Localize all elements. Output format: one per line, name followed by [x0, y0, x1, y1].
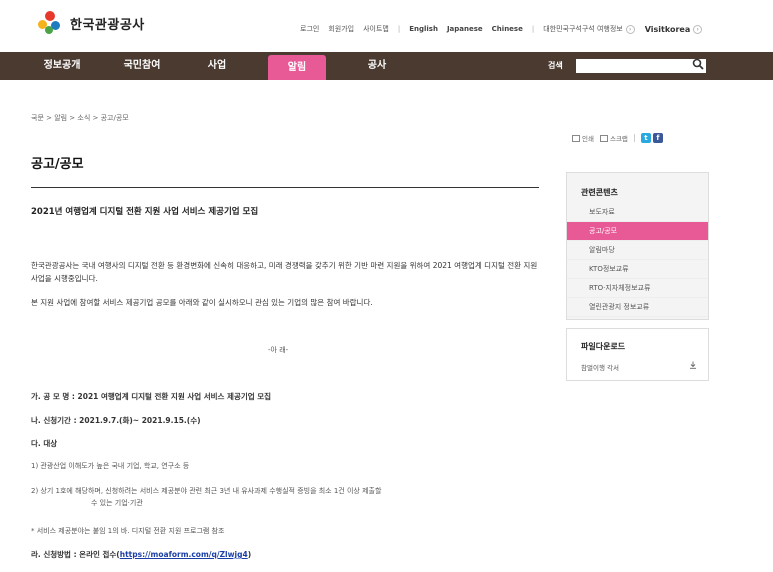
sidebar-item-kto[interactable]: KTO정보교류 — [567, 260, 708, 279]
sidebar-item-press[interactable]: 보도자료 — [567, 203, 708, 222]
line-ra-suffix: ) — [247, 550, 252, 559]
related-content-box: 관련콘텐츠 보도자료 공고/공모 알림마당 KTO정보교류 RTO·지자체정보교… — [566, 172, 709, 320]
apply-link[interactable]: https://moaform.com/q/Zlwjg4 — [120, 550, 248, 559]
visitkorea-link[interactable]: Visitkorea — [645, 25, 691, 34]
gnb-item-notice[interactable]: 알림 — [268, 55, 326, 80]
related-content-head: 관련콘텐츠 — [581, 188, 618, 197]
file-item[interactable]: 참멀이행 각서 — [581, 362, 619, 372]
related-content-list: 보도자료 공고/공모 알림마당 KTO정보교류 RTO·지자체정보교류 열린관광… — [567, 203, 708, 317]
chevron-right-icon[interactable]: › — [693, 24, 703, 34]
line-na: 나. 신청기간 : 2021.9.7.(화)~ 2021.9.15.(수) — [31, 416, 201, 425]
scrap-button[interactable]: 스크랩 — [599, 133, 628, 143]
file-download-box: 파일다운로드 참멀이행 각서 — [566, 328, 709, 381]
printer-icon — [572, 134, 580, 142]
gnb-item-company[interactable]: 공사 — [352, 52, 402, 80]
item-2-line-b: 수 있는 기업·기관 — [91, 499, 143, 507]
title-divider — [31, 187, 539, 188]
file-download-head: 파일다운로드 — [581, 342, 626, 351]
logo-text: 한국관광공사 — [70, 17, 145, 33]
scrap-label: 스크랩 — [609, 135, 628, 143]
item-2: 2) 상기 1호에 해당하며, 신청하려는 서비스 제공분야 관련 최근 3년 … — [31, 485, 551, 509]
item-1: 1) 관광산업 이해도가 높은 국내 기업, 학교, 연구소 등 — [31, 462, 190, 470]
sidebar-item-notice[interactable]: 공고/공모 — [567, 222, 708, 241]
sidebar-item-board[interactable]: 알림마당 — [567, 241, 708, 260]
item-2-line-a: 2) 상기 1호에 해당하며, 신청하려는 서비스 제공분야 관련 최근 3년 … — [31, 487, 382, 495]
service-note: * 서비스 제공분야는 붙임 1의 바. 디지털 전환 지원 프로그램 참조 — [31, 527, 225, 535]
post-intro: 한국관광공사는 국내 여행사의 디지털 전환 등 환경변화에 신속히 대응하고,… — [31, 261, 538, 283]
post-intro-2: 본 지원 사업에 참여할 서비스 제공기업 공모를 아래와 같이 실시하오니 관… — [31, 298, 373, 307]
korea-info-link[interactable]: 대한민국구석구석 여행정보 — [543, 24, 623, 34]
related-content-panel: 관련콘텐츠 보도자료 공고/공모 알림마당 KTO정보교류 RTO·지자체정보교… — [567, 173, 708, 319]
print-button[interactable]: 인쇄 — [572, 133, 594, 143]
facebook-icon[interactable]: f — [652, 133, 663, 143]
lang-chinese-link[interactable]: Chinese — [492, 25, 523, 33]
sidebar-item-open-tour[interactable]: 열린관광지 정보교류 — [567, 298, 708, 317]
utility-links: 로그인 회원가입 사이트맵 | English Japanese Chinese… — [300, 24, 712, 34]
search-input[interactable] — [576, 59, 706, 73]
page-title: 공고/공모 — [31, 157, 84, 172]
post-title: 2021년 여행업계 디지털 전환 지원 사업 서비스 제공기업 모집 — [31, 207, 259, 217]
chevron-right-icon[interactable]: › — [625, 24, 635, 34]
signup-link[interactable]: 회원가입 — [328, 24, 354, 34]
lang-english-link[interactable]: English — [409, 25, 438, 33]
global-nav: 정보공개 국민참여 사업 알림 공사 검색 — [0, 52, 773, 80]
search-icon[interactable] — [692, 58, 704, 70]
top-header: 한국관광공사 로그인 회원가입 사이트맵 | English Japanese … — [0, 0, 773, 52]
lang-japanese-link[interactable]: Japanese — [447, 25, 483, 33]
download-icon[interactable] — [689, 361, 697, 369]
page-tools: 인쇄 스크랩 t f — [572, 133, 665, 143]
sidebar-item-rto[interactable]: RTO·지자체정보교류 — [567, 279, 708, 298]
gnb-item-participation[interactable]: 국민참여 — [112, 52, 172, 80]
util-separator: | — [531, 25, 535, 33]
line-ga: 가. 공 모 명 : 2021 여행업계 디지털 전환 지원 사업 서비스 제공… — [31, 392, 272, 401]
center-note: -아 래- — [268, 346, 289, 354]
util-separator: | — [397, 25, 401, 33]
gnb-item-business[interactable]: 사업 — [192, 52, 242, 80]
breadcrumb: 국문 > 알림 > 소식 > 공고/공모 — [31, 114, 129, 122]
login-link[interactable]: 로그인 — [300, 24, 319, 34]
line-da: 다. 대상 — [31, 439, 58, 448]
sitemap-link[interactable]: 사이트맵 — [363, 24, 389, 34]
line-ra: 라. 신청방법 : 온라인 접수(https://moaform.com/q/Z… — [31, 549, 251, 560]
scrap-icon — [599, 134, 608, 142]
search-label: 검색 — [548, 61, 563, 70]
line-ra-prefix: 라. 신청방법 : 온라인 접수( — [31, 550, 120, 559]
twitter-icon[interactable]: t — [640, 133, 651, 143]
print-label: 인쇄 — [582, 135, 594, 143]
kto-logo[interactable]: 한국관광공사 — [38, 11, 145, 35]
kto-logo-icon — [38, 11, 62, 35]
gnb-item-info[interactable]: 정보공개 — [32, 52, 92, 80]
tools-separator — [633, 134, 635, 142]
